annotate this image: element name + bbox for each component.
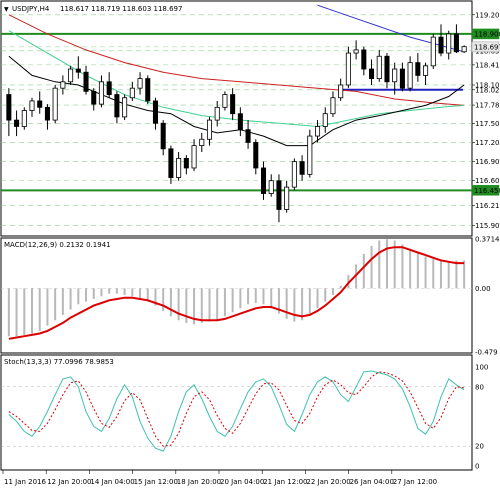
price-tag-label: 118.900 — [474, 30, 500, 38]
price-tick-label: 117.200 — [475, 139, 500, 147]
candle-body — [299, 161, 305, 175]
candle-body — [315, 126, 321, 137]
macd-tick-label: 0.3714 — [475, 236, 500, 244]
candle-body — [83, 71, 89, 92]
candle-body — [268, 180, 274, 194]
candle-body — [6, 94, 12, 121]
time-axis-label: 18 Jan 20:00 — [177, 478, 221, 486]
candle-body — [98, 81, 104, 105]
candle-body — [369, 68, 375, 80]
candle-body — [237, 113, 243, 131]
time-axis-label: 22 Jan 20:00 — [306, 478, 350, 486]
price-tick-label: 117.785 — [475, 102, 500, 110]
stoch-tick-label: 0 — [475, 463, 479, 471]
candle-body — [160, 122, 166, 150]
macd-indicator-label: MACD(12,26,9) 0.2132 0.1941 — [4, 241, 111, 249]
candle-body — [222, 94, 228, 108]
candle-body — [330, 97, 336, 115]
candle-body — [376, 55, 382, 80]
candle-body — [206, 119, 213, 140]
candle-body — [322, 113, 328, 127]
chart-symbol-label: USDJPY,H4 — [12, 5, 50, 13]
candle-body — [260, 167, 267, 194]
price-tick-label: 119.200 — [475, 11, 500, 19]
time-axis-label: 27 Jan 12:00 — [393, 478, 437, 486]
candle-body — [384, 55, 390, 83]
ohlc-readout: 118.617 118.719 118.603 118.697 — [60, 5, 182, 13]
candle-body — [214, 106, 220, 121]
candle-body — [392, 68, 398, 83]
candle-body — [461, 46, 467, 53]
candle-body — [114, 94, 120, 118]
candle-body — [137, 78, 143, 89]
candle-body — [361, 49, 367, 70]
time-axis-label: 20 Jan 04:00 — [220, 478, 264, 486]
stoch-tick-label: 20 — [475, 443, 484, 451]
candle-body — [276, 180, 282, 210]
price-tick-label: 118.415 — [475, 61, 500, 69]
candle-body — [453, 33, 459, 53]
candle-body — [129, 87, 135, 99]
candle-body — [37, 100, 43, 108]
macd-panel-frame — [0, 237, 473, 354]
candle-body — [353, 49, 359, 54]
candle-body — [284, 186, 290, 210]
candle-body — [407, 62, 413, 89]
macd-tick-label: -0.479 — [475, 349, 498, 357]
candle-body — [245, 129, 251, 143]
price-tag-label: 116.450 — [474, 187, 500, 195]
candle-body — [338, 84, 344, 99]
time-axis-label: 11 Jan 2016 — [4, 478, 47, 486]
candle-body — [68, 68, 74, 83]
candle-body — [106, 81, 112, 95]
candle-body — [91, 90, 97, 105]
candle-body — [446, 33, 452, 54]
stoch-indicator-label: Stoch(13,3,3) 77.0996 78.9853 — [4, 358, 114, 366]
price-tick-label: 116.215 — [475, 202, 500, 210]
candle-body — [253, 142, 259, 169]
candle-body — [14, 119, 20, 127]
candle-body — [291, 161, 297, 188]
candle-body — [145, 78, 151, 102]
price-tick-label: 117.500 — [475, 120, 500, 128]
time-axis-label: 14 Jan 04:00 — [90, 478, 134, 486]
trading-chart: 119.200118.900118.697118.635118.415118.1… — [0, 0, 500, 486]
candle-body — [29, 100, 35, 111]
candle-body — [415, 62, 421, 76]
candle-body — [199, 138, 205, 147]
candle-body — [152, 100, 158, 124]
candle-body — [399, 68, 405, 89]
candle-body — [75, 68, 81, 73]
time-axis-label: 21 Jan 12:00 — [263, 478, 307, 486]
candle-body — [176, 157, 182, 178]
candle-body — [230, 94, 236, 115]
candle-body — [52, 87, 58, 121]
stoch-tick-label: 80 — [475, 383, 484, 391]
stoch-tick-label: 100 — [475, 364, 488, 372]
price-tag-label: 118.697 — [474, 43, 500, 51]
candle-body — [21, 110, 27, 127]
candle-body — [345, 52, 351, 86]
candle-body — [423, 65, 429, 76]
candle-body — [438, 36, 444, 54]
candle-body — [168, 148, 174, 178]
stoch-panel-frame — [0, 354, 473, 471]
candle-body — [307, 135, 313, 175]
time-axis-label: 15 Jan 12:00 — [134, 478, 178, 486]
symbol-triangle-icon: ▼ — [4, 6, 9, 13]
candle-body — [122, 97, 128, 118]
candle-body — [191, 145, 197, 169]
candle-body — [430, 36, 436, 67]
time-axis-label: 26 Jan 04:00 — [350, 478, 394, 486]
candle-body — [60, 81, 66, 89]
price-tick-label: 115.900 — [475, 222, 500, 230]
candle-body — [44, 106, 50, 121]
time-axis-label: 12 Jan 20:00 — [47, 478, 91, 486]
price-tick-label: 118.025 — [475, 86, 500, 94]
price-panel-frame — [0, 0, 473, 237]
candle-body — [183, 157, 189, 169]
price-tick-label: 116.600 — [475, 177, 500, 185]
price-tick-label: 116.900 — [475, 158, 500, 166]
macd-tick-label: 0.00 — [475, 285, 491, 293]
